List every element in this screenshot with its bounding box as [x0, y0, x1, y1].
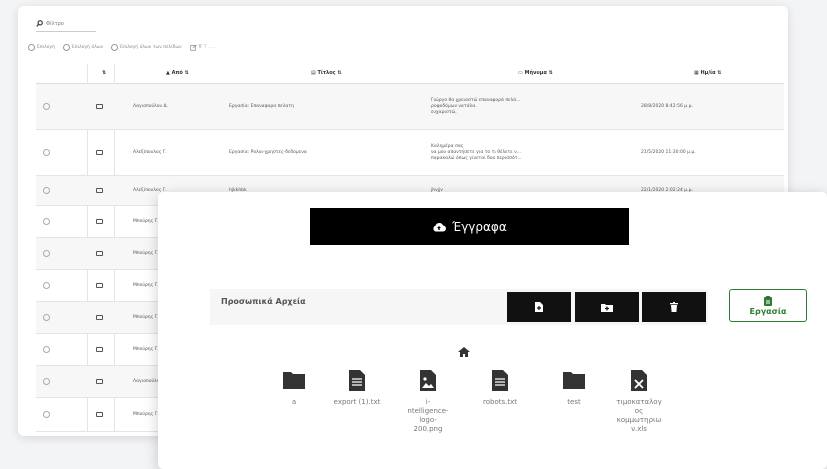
- file-name: test: [567, 398, 581, 406]
- home-icon: [458, 347, 470, 357]
- row-from: Μπούρης Γ.: [133, 219, 159, 224]
- file-item[interactable]: i- ntelligence- logo- 200.png: [398, 368, 458, 434]
- row-from: Μπούρης Γ.: [133, 251, 159, 256]
- home-button[interactable]: [458, 342, 470, 361]
- envelope-icon: [96, 251, 103, 256]
- documents-header[interactable]: Έγγραφα: [310, 208, 629, 245]
- message-column-header[interactable]: ▭ Μήνυμα ⇅: [518, 70, 553, 76]
- folder-icon: [264, 368, 324, 392]
- row-select-radio[interactable]: [43, 314, 50, 321]
- row-title: Εργασία: Επαναφορα πελατη: [229, 104, 294, 109]
- edit-icon: [190, 44, 197, 51]
- row-select-radio[interactable]: [43, 282, 50, 289]
- sort-column-header[interactable]: ⇅: [102, 70, 106, 76]
- calendar-icon: ▦: [694, 70, 699, 76]
- row-title: Εργασία: Ρολοι-χρηστες-δεδομενα: [229, 150, 307, 155]
- cloud-upload-icon: [433, 222, 447, 231]
- row-message: Καλημέρα σας να μου απαντήσετε για το τι …: [431, 144, 522, 162]
- row-from: Μπούρης Γ.: [133, 347, 159, 352]
- file-item[interactable]: a: [264, 368, 324, 407]
- documents-panel: Έγγραφα Προσωπικά Αρχεία Εργασία a export…: [158, 192, 827, 469]
- select-button[interactable]: Επιλογή: [28, 44, 55, 51]
- file-item[interactable]: τιμοκαταλογ ος κομμωτηριω ν.xls: [609, 368, 669, 434]
- work-button[interactable]: Εργασία: [729, 289, 807, 322]
- date-column-header[interactable]: ▦ Ημ/ία ⇅: [694, 70, 722, 76]
- envelope-icon: [96, 412, 103, 417]
- new-file-button[interactable]: [507, 292, 571, 322]
- folder-icon: [544, 368, 604, 392]
- file-item[interactable]: test: [544, 368, 604, 407]
- title-icon: ▤: [311, 70, 316, 76]
- trash-icon: [670, 302, 678, 312]
- row-from: Μπούρης Γ.: [133, 315, 159, 320]
- title-column-header[interactable]: ▤ Τίτλος ⇅: [311, 70, 342, 76]
- clipboard-icon: [764, 295, 772, 306]
- row-select-radio[interactable]: [43, 103, 50, 110]
- message-icon: ▭: [518, 70, 523, 76]
- more-actions[interactable]: ∇ ⊤ . . .: [190, 44, 216, 51]
- envelope-icon: [96, 219, 103, 224]
- folder-title: Προσωπικά Αρχεία: [221, 297, 306, 306]
- row-date: 21/5/2020 11:30:00 μ.μ.: [641, 150, 696, 155]
- select-circle-icon: [111, 44, 119, 51]
- file-name: robots.txt: [483, 398, 517, 406]
- selection-toolbar: Επιλογή Επιλογή όλων Επιλογή όλων των σε…: [28, 44, 216, 51]
- row-date: 28/8/2020 8:42:56 μ.μ.: [641, 104, 693, 109]
- envelope-icon: [96, 150, 103, 155]
- row-select-radio[interactable]: [43, 411, 50, 418]
- table-header: ⇅ ▲ Από ⇅ ▤ Τίτλος ⇅ ▭ Μήνυμα ⇅ ▦ Ημ/ία …: [36, 64, 784, 84]
- envelope-icon: [96, 379, 103, 384]
- file-add-icon: [535, 302, 543, 312]
- select-all-pages-button[interactable]: Επιλογή όλων των σελίδων: [111, 44, 182, 51]
- documents-title: Έγγραφα: [452, 219, 507, 234]
- filter[interactable]: Φίλτρο: [36, 20, 96, 32]
- row-from: Αλεξίπουλος Γ.: [133, 150, 167, 155]
- user-icon: ▲: [166, 70, 170, 76]
- select-all-button[interactable]: Επιλογή όλων: [63, 44, 103, 51]
- delete-button[interactable]: [642, 292, 706, 322]
- work-button-label: Εργασία: [749, 306, 787, 316]
- document-icon: [470, 368, 530, 392]
- table-row[interactable]: Λαγιοπούλου Δ. Εργασία: Επαναφορα πελατη 2…: [36, 84, 784, 130]
- file-item[interactable]: export (1).txt: [327, 368, 387, 407]
- table-row[interactable]: Αλεξίπουλος Γ. Εργασία: Ρολοι-χρηστες-δεδ…: [36, 130, 784, 176]
- file-name: a: [291, 398, 297, 406]
- select-circle-icon: [28, 44, 35, 51]
- image-file-icon: [398, 368, 458, 392]
- row-select-radio[interactable]: [43, 346, 50, 353]
- search-icon: [36, 20, 43, 27]
- folder-add-icon: [601, 303, 613, 312]
- excel-file-icon: [609, 368, 669, 392]
- envelope-icon: [96, 283, 103, 288]
- envelope-icon: [96, 104, 103, 109]
- row-message-line: ευχαριστώ,: [431, 110, 457, 115]
- envelope-icon: [96, 188, 103, 193]
- row-from: Μπούρης Γ.: [133, 283, 159, 288]
- row-select-radio[interactable]: [43, 149, 50, 156]
- row-select-radio[interactable]: [43, 187, 50, 194]
- row-message: Γιώργο θα χρειαστώ επαναφορά πελά... ροφο…: [431, 98, 520, 116]
- file-name: τιμοκαταλογ ος κομμωτηριω ν.xls: [616, 398, 662, 433]
- file-item[interactable]: robots.txt: [470, 368, 530, 407]
- row-from: Μπούρης Γ.: [133, 412, 159, 417]
- row-from: Λαγιοπούλου Δ.: [133, 104, 169, 109]
- envelope-icon: [96, 347, 103, 352]
- row-select-radio[interactable]: [43, 250, 50, 257]
- filter-label: Φίλτρο: [46, 20, 64, 27]
- row-select-radio[interactable]: [43, 218, 50, 225]
- folder-toolbar: Προσωπικά Αρχεία: [210, 289, 708, 325]
- from-column-header[interactable]: ▲ Από ⇅: [166, 70, 189, 76]
- file-name: i- ntelligence- logo- 200.png: [407, 398, 449, 433]
- file-name: export (1).txt: [333, 398, 381, 406]
- new-folder-button[interactable]: [575, 292, 639, 322]
- select-circle-icon: [63, 44, 71, 51]
- row-message-line: παρακαλώ όπως γίνεται δοο περισσότ...: [431, 156, 522, 161]
- envelope-icon: [96, 315, 103, 320]
- document-icon: [327, 368, 387, 392]
- row-select-radio[interactable]: [43, 378, 50, 385]
